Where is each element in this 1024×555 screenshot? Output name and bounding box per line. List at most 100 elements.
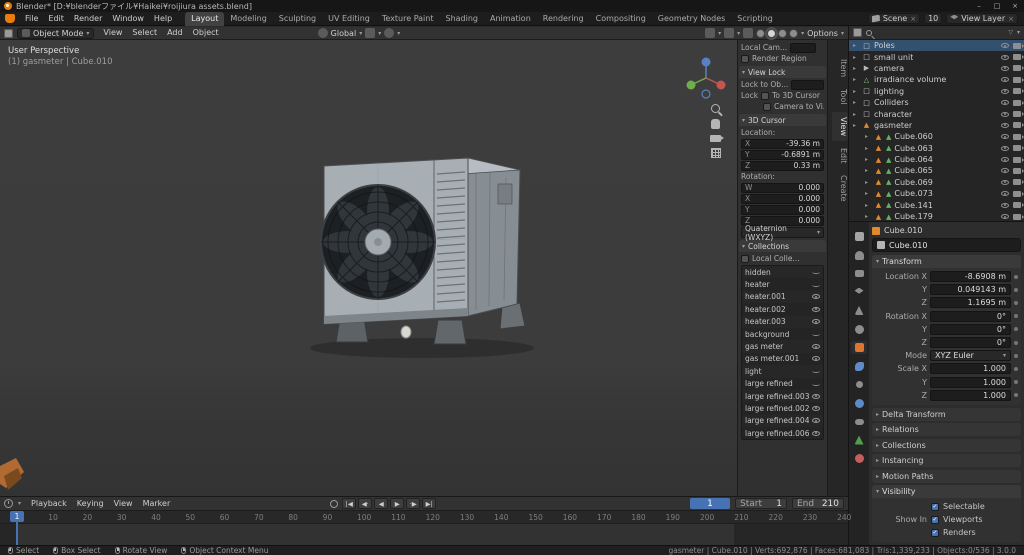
object-name[interactable]: Cube.064: [894, 155, 932, 164]
rotation-mode-dropdown[interactable]: Quaternion (WXYZ) ▾: [741, 224, 824, 242]
editor-type-icon[interactable]: [4, 28, 13, 38]
disclosure-arrow-icon[interactable]: ▸: [865, 190, 871, 197]
camera-to-view-checkbox[interactable]: [763, 102, 771, 111]
disable-in-render-icon[interactable]: [1013, 65, 1024, 72]
viewport-menu[interactable]: Select: [127, 26, 162, 40]
visibility-eye-icon[interactable]: [812, 356, 820, 362]
properties-section-header[interactable]: ▸ Motion Paths: [872, 469, 1021, 483]
collection-row[interactable]: large refined.004: [742, 414, 823, 428]
animate-property-icon[interactable]: [1014, 393, 1018, 398]
value-field[interactable]: -8.6908 m: [930, 271, 1011, 283]
disclosure-arrow-icon[interactable]: ▸: [853, 76, 859, 83]
visibility-panel-header[interactable]: ▾ Visibility: [872, 485, 1021, 499]
object-name[interactable]: Poles: [874, 41, 895, 50]
collection-row[interactable]: background: [742, 328, 823, 340]
sidebar-tab[interactable]: View: [832, 111, 848, 141]
disclosure-arrow-icon[interactable]: ▸: [865, 179, 871, 186]
transport-button[interactable]: [406, 498, 421, 509]
toggle-ortho-icon[interactable]: [710, 148, 721, 158]
visibility-eye-icon[interactable]: [812, 393, 820, 399]
animate-property-icon[interactable]: [1014, 314, 1018, 319]
transport-button[interactable]: [390, 498, 405, 509]
visibility-eye-icon[interactable]: [812, 382, 820, 386]
disclosure-arrow-icon[interactable]: ▸: [853, 99, 859, 106]
animate-property-icon[interactable]: [1014, 340, 1018, 345]
shading-mode-icon[interactable]: [767, 28, 777, 38]
search-icon[interactable]: [866, 29, 872, 36]
pan-icon[interactable]: [711, 119, 720, 129]
hide-in-viewport-icon[interactable]: [1001, 88, 1009, 94]
orientation-label[interactable]: Global: [331, 29, 357, 38]
3d-cursor-panel-header[interactable]: ▾ 3D Cursor: [739, 114, 826, 126]
cursor-rotation-field[interactable]: X 0.000: [741, 193, 824, 204]
collection-row[interactable]: gas meter: [742, 340, 823, 353]
shading-mode-icon[interactable]: [756, 28, 766, 38]
object-name[interactable]: Cube.063: [894, 144, 932, 153]
outliner-row[interactable]: ▸ gasmeter: [849, 120, 1024, 131]
disclosure-arrow-icon[interactable]: ▸: [853, 111, 859, 118]
disable-in-render-icon[interactable]: [1013, 122, 1024, 129]
outliner-row[interactable]: ▸ Colliders: [849, 97, 1024, 108]
gizmo-toggle-icon[interactable]: [705, 28, 716, 38]
properties-section-header[interactable]: ▸ Collections: [872, 438, 1021, 452]
hide-in-viewport-icon[interactable]: [1001, 157, 1009, 163]
workspace-tab[interactable]: Animation: [484, 12, 537, 26]
viewport-menu[interactable]: Object: [188, 26, 224, 40]
3d-viewport[interactable]: User Perspective (1) gasmeter | Cube.010: [0, 40, 848, 496]
disable-in-render-icon[interactable]: [1013, 76, 1024, 83]
value-field[interactable]: 1.1695 m: [930, 297, 1011, 309]
xray-toggle-icon[interactable]: [743, 28, 754, 38]
timeline-menu[interactable]: View: [109, 497, 138, 511]
collection-row[interactable]: heater: [742, 278, 823, 290]
disable-in-render-icon[interactable]: [1013, 99, 1024, 106]
cursor-location-field[interactable]: X -39.36 m: [741, 138, 824, 149]
sidebar-tab[interactable]: Tool: [832, 84, 848, 110]
disable-in-render-icon[interactable]: [1013, 111, 1024, 118]
frame-end-field[interactable]: End 210: [792, 498, 844, 509]
object-name[interactable]: Cube.065: [894, 166, 932, 175]
value-field[interactable]: 0°: [930, 310, 1011, 322]
animate-property-icon[interactable]: [1014, 327, 1018, 332]
outliner-row[interactable]: ▸ Cube.179: [849, 211, 1024, 221]
visibility-checkbox[interactable]: [931, 502, 939, 511]
menubar-menu[interactable]: Help: [149, 12, 177, 26]
value-field[interactable]: 0°: [930, 337, 1011, 349]
cursor-rotation-field[interactable]: W 0.000: [741, 182, 824, 193]
outliner-row[interactable]: ▸ Cube.060: [849, 131, 1024, 142]
timeline-ruler[interactable]: 0102030405060708090100110120130140150160…: [0, 511, 851, 524]
hide-in-viewport-icon[interactable]: [1001, 43, 1009, 49]
outliner-row[interactable]: ▸ Poles: [849, 40, 1024, 52]
disclosure-arrow-icon[interactable]: ▸: [853, 122, 859, 129]
visibility-eye-icon[interactable]: [812, 369, 820, 374]
object-name[interactable]: camera: [874, 64, 904, 73]
visibility-eye-icon[interactable]: [812, 332, 820, 337]
properties-section-header[interactable]: ▸ Delta Transform: [872, 407, 1021, 421]
transport-button[interactable]: [374, 498, 389, 509]
collection-row[interactable]: light: [742, 365, 823, 378]
properties-tab[interactable]: [851, 341, 867, 354]
object-name[interactable]: Cube.141: [894, 201, 932, 210]
snap-magnet-icon[interactable]: [365, 28, 376, 38]
properties-tab[interactable]: [851, 434, 867, 447]
animate-property-icon[interactable]: [1014, 300, 1018, 305]
overlays-toggle-icon[interactable]: [724, 28, 735, 38]
object-name[interactable]: small unit: [874, 53, 913, 62]
disclosure-arrow-icon[interactable]: ▸: [853, 88, 859, 95]
chevron-down-icon[interactable]: ▾: [1017, 29, 1020, 36]
cursor-location-field[interactable]: Z 0.33 m: [741, 160, 824, 171]
visibility-checkbox[interactable]: [931, 528, 939, 537]
outliner-row[interactable]: ▸ character: [849, 108, 1024, 119]
options-button[interactable]: Options: [807, 29, 838, 38]
collection-row[interactable]: large refined.006: [742, 427, 823, 439]
viewport-menu[interactable]: Add: [162, 26, 188, 40]
menubar-menu[interactable]: Edit: [43, 12, 69, 26]
hide-in-viewport-icon[interactable]: [1001, 214, 1009, 220]
value-field[interactable]: 0.049143 m: [930, 284, 1011, 296]
value-field[interactable]: 0°: [930, 323, 1011, 335]
properties-tab[interactable]: [851, 415, 867, 428]
view-lock-panel-header[interactable]: ▾ View Lock: [739, 66, 826, 78]
animate-property-icon[interactable]: [1014, 274, 1018, 279]
hide-in-viewport-icon[interactable]: [1001, 191, 1009, 197]
workspace-tab[interactable]: Texture Paint: [376, 12, 440, 26]
object-name[interactable]: Cube.060: [894, 132, 932, 141]
